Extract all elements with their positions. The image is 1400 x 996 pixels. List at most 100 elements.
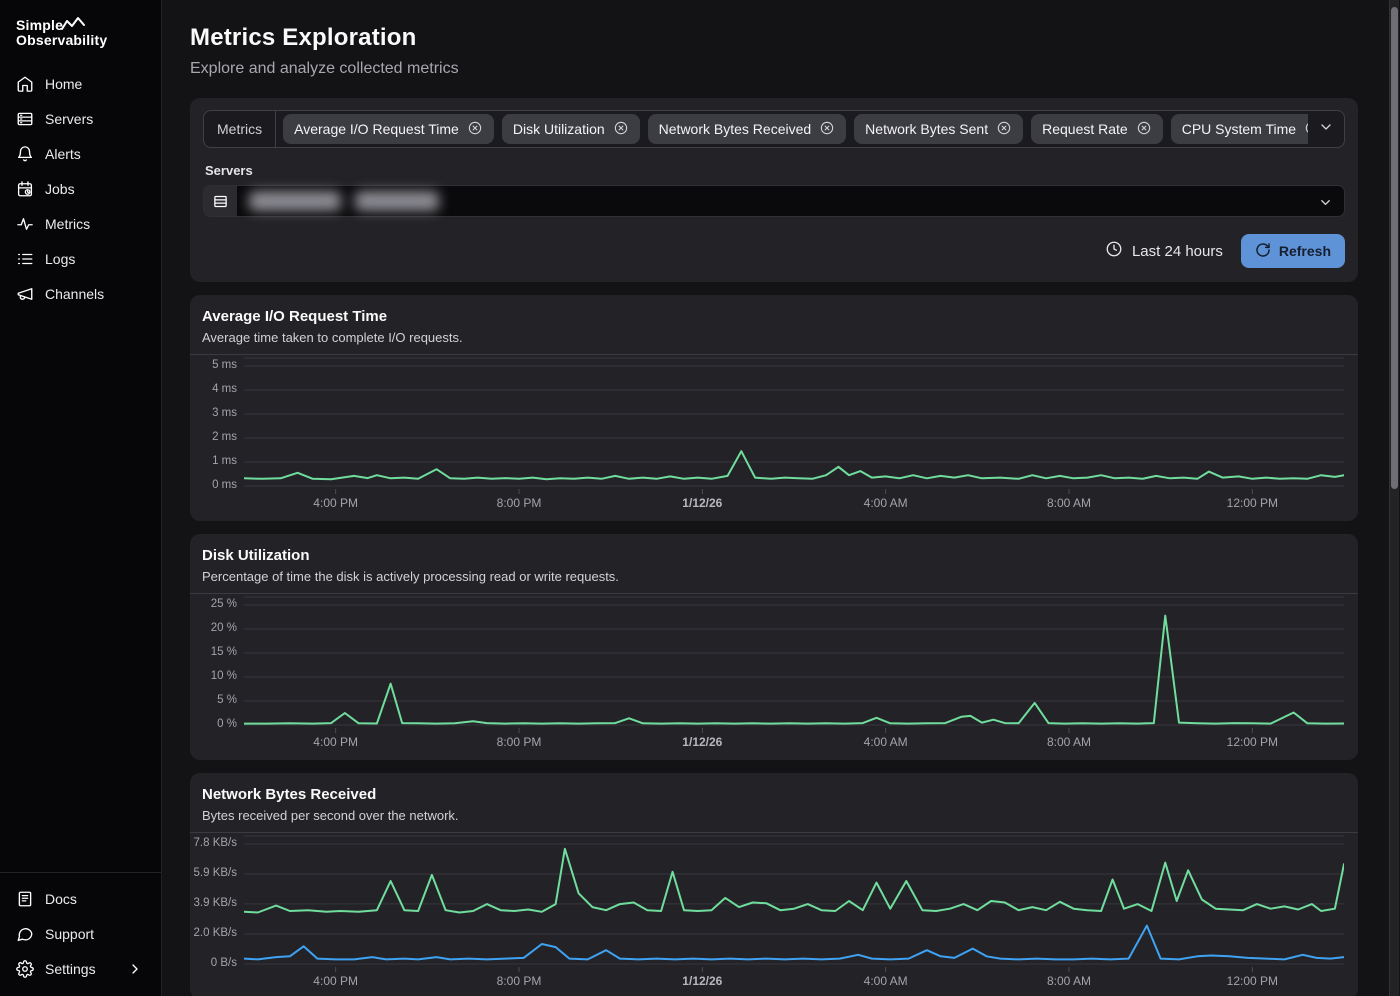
- chevron-down-icon: [1318, 119, 1334, 140]
- metric-chip-label: Network Bytes Received: [659, 121, 812, 137]
- y-tick-label: 0 B/s: [211, 957, 237, 969]
- metric-chip[interactable]: Disk Utilization: [502, 114, 640, 144]
- sidebar-item-metrics[interactable]: Metrics: [0, 206, 161, 241]
- chart-title: Average I/O Request Time: [202, 308, 1345, 325]
- y-tick-label: 0 %: [217, 718, 237, 730]
- sidebar: Simple Observability Home Servers Alerts…: [0, 0, 162, 996]
- metric-chip[interactable]: Average I/O Request Time: [283, 114, 494, 144]
- y-axis-labels: 0 B/s2.0 KB/s3.9 KB/s5.9 KB/s7.8 KB/s: [196, 833, 244, 993]
- refresh-button-label: Refresh: [1279, 243, 1331, 259]
- metric-chip[interactable]: Network Bytes Received: [648, 114, 847, 144]
- line-chart-svg: [244, 355, 1344, 495]
- x-tick-label: 8:00 PM: [497, 496, 542, 510]
- remove-metric-icon[interactable]: [819, 120, 835, 139]
- sidebar-item-jobs[interactable]: Jobs: [0, 171, 161, 206]
- x-tick-label: 12:00 PM: [1227, 735, 1278, 749]
- y-tick-label: 4 ms: [212, 383, 237, 395]
- x-tick-label: 4:00 AM: [864, 496, 908, 510]
- sidebar-item-label: Support: [45, 926, 94, 942]
- chart-plot: 4:00 PM8:00 PM1/12/264:00 AM8:00 AM12:00…: [244, 355, 1344, 515]
- megaphone-icon: [16, 285, 34, 303]
- chat-icon: [16, 925, 34, 943]
- y-axis-labels: 0 ms 1 ms 2 ms 3 ms 4 ms 5 ms: [196, 355, 244, 515]
- x-tick-label: 4:00 PM: [313, 735, 358, 749]
- sidebar-item-docs[interactable]: Docs: [0, 881, 161, 916]
- remove-metric-icon[interactable]: [467, 120, 483, 139]
- app-logo: Simple Observability: [0, 14, 161, 66]
- y-tick-label: 7.8 KB/s: [194, 837, 237, 849]
- metrics-dropdown-chevron[interactable]: [1308, 111, 1344, 147]
- x-axis-labels: 4:00 PM8:00 PM1/12/264:00 AM8:00 AM12:00…: [244, 734, 1344, 754]
- sidebar-item-label: Metrics: [45, 216, 90, 232]
- x-tick-label: 4:00 PM: [313, 974, 358, 988]
- calendar-icon: [16, 180, 34, 198]
- y-tick-label: 5 %: [217, 694, 237, 706]
- filter-panel: Metrics Average I/O Request Time Disk Uti…: [190, 98, 1358, 282]
- metrics-select-label: Metrics: [204, 111, 276, 147]
- clock-icon: [1105, 240, 1123, 262]
- y-tick-label: 0 ms: [212, 479, 237, 491]
- remove-metric-icon[interactable]: [1136, 120, 1152, 139]
- vertical-scrollbar[interactable]: [1389, 0, 1399, 996]
- app-window: Simple Observability Home Servers Alerts…: [0, 0, 1400, 996]
- server-chip-redacted[interactable]: [355, 191, 439, 211]
- line-chart-svg: [244, 833, 1344, 973]
- sidebar-item-label: Alerts: [45, 146, 81, 162]
- x-tick-label: 8:00 AM: [1047, 496, 1091, 510]
- remove-metric-icon[interactable]: [996, 120, 1012, 139]
- chevron-right-icon: [127, 960, 145, 978]
- remove-metric-icon[interactable]: [613, 120, 629, 139]
- y-tick-label: 3 ms: [212, 407, 237, 419]
- server-chip-redacted[interactable]: [249, 191, 341, 211]
- x-tick-label: 4:00 AM: [864, 974, 908, 988]
- list-icon: [16, 250, 34, 268]
- y-tick-label: 1 ms: [212, 455, 237, 467]
- metric-chip[interactable]: Request Rate: [1031, 114, 1163, 144]
- time-range-selector[interactable]: Last 24 hours: [1105, 240, 1223, 262]
- sidebar-item-settings[interactable]: Settings: [0, 951, 161, 986]
- chart-title: Disk Utilization: [202, 547, 1345, 564]
- metric-chip-label: Disk Utilization: [513, 121, 605, 137]
- metric-chips-container: Average I/O Request Time Disk Utilization…: [276, 111, 1308, 147]
- sidebar-item-servers[interactable]: Servers: [0, 101, 161, 136]
- time-range-label: Last 24 hours: [1132, 243, 1223, 260]
- sidebar-item-label: Docs: [45, 891, 77, 907]
- y-tick-label: 5 ms: [212, 359, 237, 371]
- sidebar-item-channels[interactable]: Channels: [0, 276, 161, 311]
- x-tick-label: 12:00 PM: [1227, 496, 1278, 510]
- scrollbar-thumb[interactable]: [1391, 7, 1398, 489]
- y-tick-label: 2 ms: [212, 431, 237, 443]
- line-chart-svg: [244, 594, 1344, 734]
- sidebar-item-support[interactable]: Support: [0, 916, 161, 951]
- sidebar-item-home[interactable]: Home: [0, 66, 161, 101]
- servers-section-label: Servers: [205, 163, 1345, 178]
- server-icon: [204, 186, 239, 216]
- filter-actions-row: Last 24 hours Refresh: [203, 234, 1345, 268]
- refresh-button[interactable]: Refresh: [1241, 234, 1345, 268]
- sidebar-item-alerts[interactable]: Alerts: [0, 136, 161, 171]
- sidebar-item-label: Jobs: [45, 181, 75, 197]
- x-tick-label: 1/12/26: [682, 735, 722, 749]
- servers-select-bar[interactable]: [203, 185, 1345, 217]
- y-tick-label: 15 %: [211, 646, 237, 658]
- x-axis-labels: 4:00 PM8:00 PM1/12/264:00 AM8:00 AM12:00…: [244, 495, 1344, 515]
- sidebar-item-label: Home: [45, 76, 82, 92]
- sidebar-item-logs[interactable]: Logs: [0, 241, 161, 276]
- chart-card-header: Average I/O Request Time Average time ta…: [190, 308, 1358, 354]
- chart-subtitle: Average time taken to complete I/O reque…: [202, 330, 1345, 345]
- chart-plot: 4:00 PM8:00 PM1/12/264:00 AM8:00 AM12:00…: [244, 594, 1344, 754]
- chart-card-disk-utilization: Disk Utilization Percentage of time the …: [190, 534, 1358, 760]
- y-tick-label: 5.9 KB/s: [194, 867, 237, 879]
- chart-area: 0 ms1 ms2 ms3 ms4 ms5 ms 4:00 PM8:00 PM1…: [190, 354, 1358, 515]
- metrics-select-bar[interactable]: Metrics Average I/O Request Time Disk Uti…: [203, 110, 1345, 148]
- metric-chip[interactable]: Network Bytes Sent: [854, 114, 1023, 144]
- servers-dropdown-chevron-icon[interactable]: [1318, 195, 1333, 215]
- metric-chip[interactable]: CPU System Time: [1171, 114, 1308, 144]
- sidebar-item-label: Settings: [45, 961, 96, 977]
- x-tick-label: 8:00 PM: [497, 735, 542, 749]
- y-tick-label: 10 %: [211, 670, 237, 682]
- x-tick-label: 8:00 PM: [497, 974, 542, 988]
- chart-area: 0 B/s2.0 KB/s3.9 KB/s5.9 KB/s7.8 KB/s 4:…: [190, 832, 1358, 993]
- sidebar-item-label: Logs: [45, 251, 75, 267]
- chart-card-network-bytes-received: Network Bytes Received Bytes received pe…: [190, 773, 1358, 996]
